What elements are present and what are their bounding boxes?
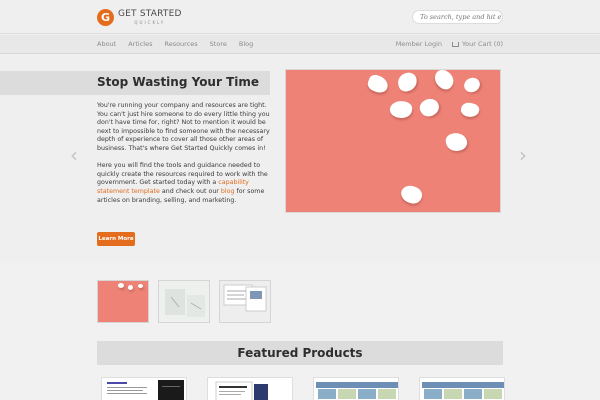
cart-link[interactable]: Your Cart (0) (452, 40, 503, 48)
crumpled-paper (398, 182, 425, 207)
site-header: G GET STARTED QUICKLY (0, 0, 600, 34)
blog-link[interactable]: blog (221, 188, 235, 195)
crumpled-paper (365, 73, 391, 95)
slider-prev-icon[interactable]: ‹ (70, 145, 78, 165)
site-logo[interactable]: G GET STARTED QUICKLY (97, 8, 182, 26)
featured-products-list (101, 377, 505, 400)
hero-slider: ‹ › Stop Wasting Your Time You're runnin… (0, 55, 600, 263)
hero-image (285, 69, 501, 213)
learn-more-button[interactable]: Learn More (97, 232, 135, 246)
crumpled-paper (459, 100, 481, 120)
crumpled-paper (128, 285, 133, 290)
slider-thumbnail-3[interactable] (219, 280, 271, 323)
main-nav: About Articles Resources Store Blog Memb… (0, 35, 600, 54)
slider-thumbnail-1[interactable] (97, 280, 149, 323)
hero-title: Stop Wasting Your Time (97, 75, 260, 89)
crumpled-paper (138, 284, 143, 288)
slider-thumbnails (97, 280, 271, 323)
nav-item-resources[interactable]: Resources (164, 40, 197, 48)
member-login-link[interactable]: Member Login (396, 40, 442, 48)
product-card-2[interactable] (207, 377, 293, 400)
slider-next-icon[interactable]: › (519, 145, 527, 165)
papers-thumbnail-graphic (223, 284, 267, 312)
nav-item-articles[interactable]: Articles (128, 40, 152, 48)
featured-products-bar: Featured Products (97, 341, 503, 365)
nav-item-store[interactable]: Store (210, 40, 227, 48)
logo-main-text: GET STARTED (118, 8, 182, 19)
logo-sub-text: QUICKLY (134, 19, 166, 25)
slider-thumbnail-2[interactable] (158, 280, 210, 323)
crumpled-paper (430, 70, 458, 93)
product-4-thumbnail (422, 382, 504, 399)
hero-body: You're running your company and resource… (97, 102, 272, 214)
featured-products-title: Featured Products (237, 346, 363, 360)
nav-right: Member Login Your Cart (0) (396, 40, 503, 48)
crumpled-paper (395, 70, 420, 94)
documents-thumbnail-graphic (165, 289, 205, 317)
crumpled-paper (118, 283, 124, 288)
crumpled-paper (417, 95, 442, 120)
logo-mark: G (97, 8, 114, 26)
nav-left: About Articles Resources Store Blog (97, 40, 253, 48)
nav-item-about[interactable]: About (97, 40, 116, 48)
hero-paragraph-2: Here you will find the tools and guidanc… (97, 162, 272, 205)
product-2-thumbnail (215, 381, 268, 400)
hero-p2-text-2: and check out our (159, 187, 221, 195)
logo-text: GET STARTED QUICKLY (118, 8, 182, 25)
product-card-4[interactable] (419, 377, 505, 400)
product-card-3[interactable] (313, 377, 399, 400)
hero-paragraph-1: You're running your company and resource… (97, 102, 270, 152)
crumpled-paper (444, 131, 469, 153)
product-card-1[interactable] (101, 377, 187, 400)
crumpled-paper (388, 99, 414, 120)
cart-icon (452, 41, 460, 47)
nav-item-blog[interactable]: Blog (239, 40, 253, 48)
hero-title-bar: Stop Wasting Your Time (0, 71, 270, 95)
product-1-thumbnail (104, 380, 184, 400)
cart-label: Your Cart (0) (462, 40, 503, 48)
product-3-thumbnail (316, 382, 398, 399)
search-input[interactable] (412, 10, 503, 24)
crumpled-paper (461, 75, 483, 95)
